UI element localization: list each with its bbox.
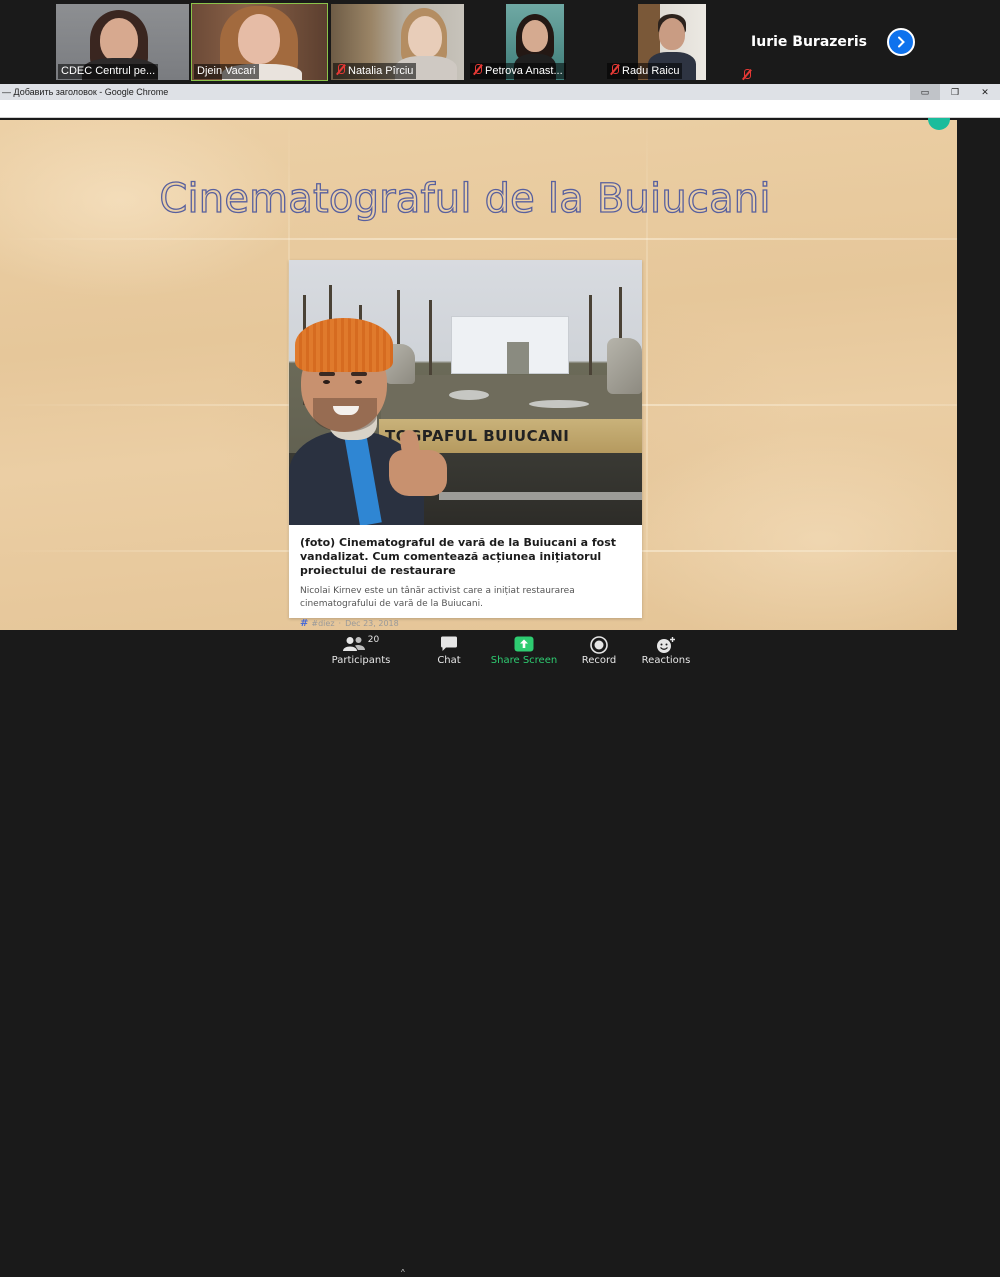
mic-muted-icon <box>742 69 751 80</box>
participants-count: 20 <box>367 635 380 645</box>
restore-icon: ❐ <box>950 87 960 97</box>
mic-muted-icon <box>610 64 619 75</box>
chat-label: Chat <box>437 655 461 666</box>
paper-fold <box>0 238 957 240</box>
article-body: (foto) Cinematograful de vară de la Buiu… <box>289 525 642 629</box>
record-icon <box>590 636 608 654</box>
participants-options-chevron-up-icon[interactable]: ^ <box>401 1268 405 1277</box>
participant-tile[interactable]: Petrova Anast... <box>468 4 602 80</box>
article-title[interactable]: (foto) Cinematograful de vară de la Buiu… <box>300 536 632 578</box>
chat-button[interactable]: Chat <box>430 630 468 672</box>
browser-toolbar <box>0 100 1000 118</box>
record-button[interactable]: Record <box>578 630 620 672</box>
mic-muted-icon <box>336 64 345 75</box>
share-screen-icon <box>514 636 534 652</box>
participant-tile-active-speaker[interactable]: Djein Vacari <box>191 3 328 81</box>
close-button[interactable]: ✕ <box>970 84 1000 100</box>
article-tag[interactable]: #diez <box>311 619 334 628</box>
participant-tile[interactable]: Radu Raicu <box>605 4 739 80</box>
meeting-toolbar: 20 Participants ^ Chat Share Screen Reco… <box>0 630 1000 1277</box>
article-card[interactable]: TOGPAFUL BUIUCANI (foto) Cinematograful … <box>289 260 642 629</box>
slide-title: Cinematograful de la Buiucani <box>159 175 771 222</box>
close-icon: ✕ <box>981 87 989 97</box>
mic-muted-icon <box>473 64 482 75</box>
participant-name: Natalia Pîrciu <box>333 63 417 79</box>
reactions-icon <box>657 637 675 653</box>
share-screen-button[interactable]: Share Screen <box>490 630 558 672</box>
side-panel <box>957 120 1000 630</box>
article-date: Dec 23, 2018 <box>345 619 399 628</box>
record-label: Record <box>581 655 617 666</box>
share-screen-label: Share Screen <box>490 655 558 666</box>
participant-name: Djein Vacari <box>194 64 259 79</box>
participant-name: Petrova Anast... <box>470 63 566 79</box>
chevron-right-icon <box>898 36 905 48</box>
participant-tile-no-video[interactable]: Iurie Burazeris <box>742 4 876 80</box>
article-photo: TOGPAFUL BUIUCANI <box>289 260 642 525</box>
reactions-label: Reactions <box>641 655 691 666</box>
window-controls: ▭ ❐ ✕ <box>910 84 1000 100</box>
article-meta: # #diez · Dec 23, 2018 <box>300 618 399 629</box>
restore-button[interactable]: ❐ <box>940 84 970 100</box>
minimize-button[interactable]: ▭ <box>910 84 940 100</box>
participants-icon <box>342 637 365 651</box>
participant-tile[interactable]: CDEC Centrul pe... <box>56 4 189 80</box>
participants-label: Participants <box>331 655 391 666</box>
chat-icon <box>441 636 457 651</box>
participant-display-name: Iurie Burazeris <box>751 34 867 50</box>
participant-muted-indicator <box>742 66 754 84</box>
next-participants-button[interactable] <box>887 28 915 56</box>
participant-name: Radu Raicu <box>607 63 683 79</box>
participant-strip: CDEC Centrul pe... Djein Vacari Natalia … <box>0 0 1000 84</box>
participant-tile[interactable]: Natalia Pîrciu <box>331 4 464 80</box>
browser-title-bar: — Добавить заголовок - Google Chrome ▭ ❐… <box>0 84 1000 100</box>
reactions-button[interactable]: Reactions <box>640 630 692 672</box>
minimize-icon: ▭ <box>920 87 930 97</box>
article-description: Nicolai Kirnev este un tânăr activist ca… <box>300 586 575 609</box>
participant-name: CDEC Centrul pe... <box>58 64 159 79</box>
hashtag-icon: # <box>300 618 309 629</box>
participants-button[interactable]: 20 Participants <box>330 630 392 672</box>
window-title: — Добавить заголовок - Google Chrome <box>2 87 169 97</box>
